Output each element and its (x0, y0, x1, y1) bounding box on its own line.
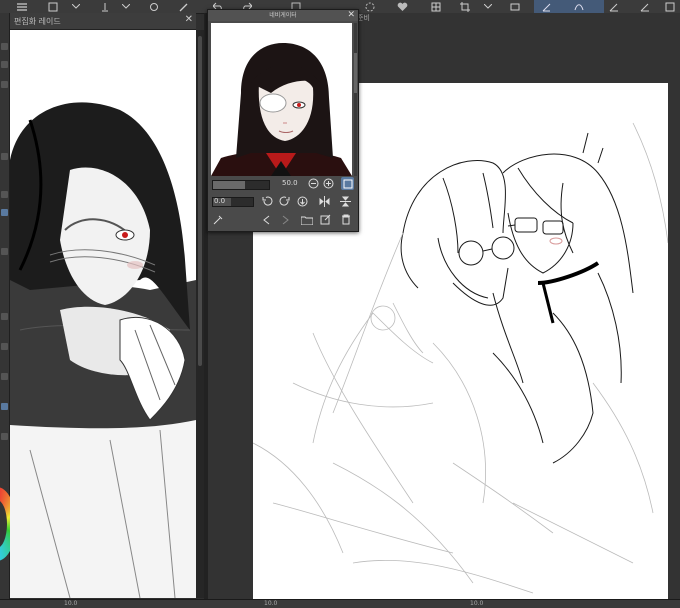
chevron-left-icon[interactable] (260, 213, 273, 226)
rotate-right-icon[interactable] (278, 195, 291, 208)
tool-chip[interactable] (1, 343, 8, 350)
tool-chip[interactable] (1, 191, 8, 198)
tool-chip[interactable] (1, 43, 8, 50)
fit-view-icon[interactable] (341, 177, 354, 190)
subview-reference-image[interactable] (10, 30, 196, 598)
curve-icon[interactable] (572, 0, 586, 13)
flip-horizontal-icon[interactable] (318, 195, 331, 208)
stamp-icon[interactable] (662, 0, 678, 13)
pen-tool-icon[interactable] (146, 0, 162, 13)
menu-icon[interactable] (15, 0, 29, 13)
tool-chip[interactable] (1, 403, 8, 410)
ruler-pen-icon[interactable] (606, 0, 622, 13)
rotate-left-icon[interactable] (261, 195, 274, 208)
open-folder-icon[interactable] (300, 213, 313, 226)
loading-icon[interactable] (363, 0, 377, 13)
edit-icon[interactable] (319, 213, 332, 226)
chevron-down-icon[interactable] (482, 0, 494, 13)
brush-icon[interactable] (97, 0, 113, 13)
eyedropper-icon[interactable] (211, 213, 224, 226)
chevron-down-icon[interactable] (70, 0, 82, 13)
transform-icon[interactable] (508, 0, 522, 13)
navigator-scrollbar[interactable] (354, 23, 357, 176)
zoom-out-icon[interactable] (307, 177, 320, 190)
tool-chip[interactable] (1, 61, 8, 68)
subview-title: 편집화 레이드 (14, 16, 61, 26)
subview-header: 편집화 레이드 ✕ (10, 13, 196, 30)
vector-pen-icon[interactable] (540, 0, 554, 13)
crop-icon[interactable] (458, 0, 472, 13)
tool-chip[interactable] (1, 373, 8, 380)
active-tool-group[interactable] (534, 0, 604, 13)
zoom-slider[interactable] (212, 180, 270, 190)
canvas-tab[interactable]: 준비 (357, 13, 377, 26)
subview-scrollbar[interactable] (196, 30, 204, 598)
zoom-in-icon[interactable] (322, 177, 335, 190)
tool-chip[interactable] (1, 248, 8, 255)
rotate-value: 0.0 (214, 197, 226, 205)
navigator-title: 네비게이터 (208, 10, 358, 21)
tool-chip[interactable] (1, 209, 8, 216)
trash-icon[interactable] (339, 213, 352, 226)
zoom-value: 50.0 (282, 179, 298, 187)
reset-rotation-icon[interactable] (296, 195, 309, 208)
reference-illustration (10, 102, 196, 598)
close-icon[interactable]: ✕ (347, 10, 355, 21)
tool-chip[interactable] (1, 81, 8, 88)
new-file-icon[interactable] (45, 0, 61, 13)
chevron-right-icon[interactable] (279, 213, 292, 226)
tool-chip[interactable] (1, 313, 8, 320)
preview-illustration (211, 23, 352, 176)
grid-icon[interactable] (429, 0, 443, 13)
navigator-preview[interactable] (211, 23, 352, 176)
tool-chip[interactable] (1, 153, 8, 160)
navigator-panel: 네비게이터 ✕ 50.0 0.0 (207, 9, 359, 232)
chevron-down-icon[interactable] (120, 0, 132, 13)
pen-line-icon[interactable] (637, 0, 653, 13)
tool-chip[interactable] (1, 433, 8, 440)
eyedropper-icon[interactable] (176, 0, 192, 13)
flip-vertical-icon[interactable] (339, 195, 352, 208)
close-icon[interactable]: ✕ (185, 14, 193, 25)
heart-icon[interactable] (394, 0, 410, 13)
